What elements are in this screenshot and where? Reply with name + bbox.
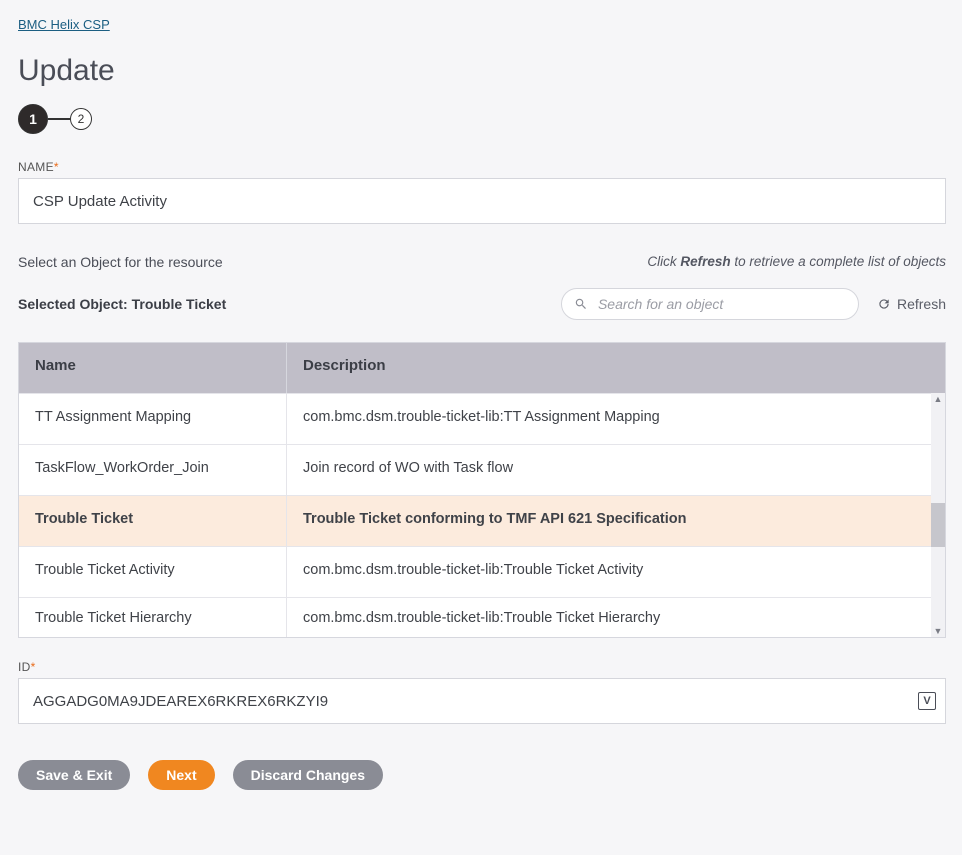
cell-name: Trouble Ticket	[19, 496, 287, 546]
scrollbar[interactable]: ▲ ▼	[931, 393, 945, 637]
table-row[interactable]: Trouble TicketTrouble Ticket conforming …	[19, 495, 945, 546]
save-exit-button[interactable]: Save & Exit	[18, 760, 130, 790]
table-row[interactable]: TT Assignment Mappingcom.bmc.dsm.trouble…	[19, 393, 945, 444]
refresh-hint: Click Refresh to retrieve a complete lis…	[647, 254, 946, 269]
cell-name: Trouble Ticket Activity	[19, 547, 287, 597]
cell-description: com.bmc.dsm.trouble-ticket-lib:Trouble T…	[287, 547, 945, 597]
name-input[interactable]	[18, 178, 946, 224]
column-header-name[interactable]: Name	[19, 343, 287, 393]
page-title: Update	[18, 54, 944, 88]
refresh-button[interactable]: Refresh	[877, 296, 946, 312]
scroll-down-arrow[interactable]: ▼	[931, 625, 945, 637]
scroll-up-arrow[interactable]: ▲	[931, 393, 945, 405]
next-button[interactable]: Next	[148, 760, 214, 790]
cell-description: Join record of WO with Task flow	[287, 445, 945, 495]
discard-changes-button[interactable]: Discard Changes	[233, 760, 383, 790]
cell-description: com.bmc.dsm.trouble-ticket-lib:TT Assign…	[287, 394, 945, 444]
search-icon	[574, 297, 588, 311]
selected-object-label: Selected Object: Trouble Ticket	[18, 296, 226, 312]
id-input[interactable]	[18, 678, 946, 724]
variable-icon[interactable]: V	[918, 692, 936, 710]
table-row[interactable]: Trouble Ticket Activitycom.bmc.dsm.troub…	[19, 546, 945, 597]
id-label: ID*	[18, 660, 944, 674]
select-object-hint: Select an Object for the resource	[18, 254, 223, 270]
breadcrumb-link[interactable]: BMC Helix CSP	[18, 17, 110, 32]
step-2[interactable]: 2	[70, 108, 92, 130]
table-row[interactable]: Trouble Ticket Hierarchycom.bmc.dsm.trou…	[19, 597, 945, 637]
column-header-description[interactable]: Description	[287, 343, 945, 393]
table-row[interactable]: TaskFlow_WorkOrder_JoinJoin record of WO…	[19, 444, 945, 495]
cell-description: Trouble Ticket conforming to TMF API 621…	[287, 496, 945, 546]
stepper: 1 2	[18, 104, 944, 134]
scroll-thumb[interactable]	[931, 503, 945, 547]
search-box[interactable]	[561, 288, 859, 320]
step-1[interactable]: 1	[18, 104, 48, 134]
cell-name: TaskFlow_WorkOrder_Join	[19, 445, 287, 495]
cell-description: com.bmc.dsm.trouble-ticket-lib:Trouble T…	[287, 598, 945, 637]
cell-name: TT Assignment Mapping	[19, 394, 287, 444]
cell-name: Trouble Ticket Hierarchy	[19, 598, 287, 637]
object-table: Name Description TT Assignment Mappingco…	[18, 342, 946, 638]
search-input[interactable]	[596, 295, 846, 313]
refresh-icon	[877, 297, 891, 311]
name-label: NAME*	[18, 160, 944, 174]
refresh-label: Refresh	[897, 296, 946, 312]
step-connector	[48, 118, 70, 120]
